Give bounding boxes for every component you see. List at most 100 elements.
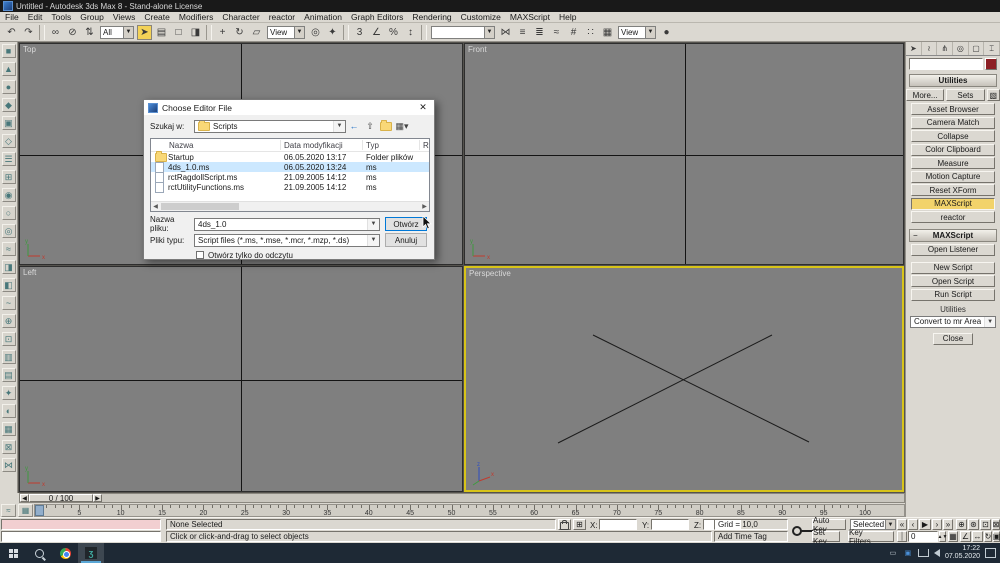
- tray-blue-app-icon[interactable]: ▣: [903, 549, 913, 558]
- menu-item-views[interactable]: Views: [113, 12, 136, 22]
- tab-create[interactable]: ➤: [906, 42, 922, 55]
- chevron-down-icon[interactable]: ▼: [367, 219, 379, 230]
- viewport-left[interactable]: Left x y: [19, 266, 463, 492]
- utility-asset-browser-button[interactable]: Asset Browser: [911, 103, 995, 115]
- reference-coordinate-dropdown[interactable]: View▼: [267, 26, 305, 39]
- menu-item-graph-editors[interactable]: Graph Editors: [351, 12, 403, 22]
- redo-icon[interactable]: ↷: [21, 25, 36, 40]
- reactor-cloth-collection-icon[interactable]: ▲: [2, 62, 16, 76]
- close-icon[interactable]: ✕: [412, 100, 434, 115]
- utility-measure-button[interactable]: Measure: [911, 157, 995, 169]
- menu-item-tools[interactable]: Tools: [51, 12, 71, 22]
- chevron-down-icon[interactable]: ▼: [333, 121, 345, 132]
- select-object-icon[interactable]: ➤: [137, 25, 152, 40]
- new-folder-icon[interactable]: [378, 120, 394, 133]
- snap-toggle-icon[interactable]: 3: [352, 25, 367, 40]
- taskbar-search-button[interactable]: [26, 543, 52, 563]
- collapse-icon[interactable]: −: [913, 231, 918, 240]
- configure-button-sets-icon[interactable]: ▧: [987, 89, 1000, 101]
- rect-selection-region-icon[interactable]: □: [171, 25, 186, 40]
- close-utility-button[interactable]: Close: [933, 333, 973, 345]
- arc-rotate-icon[interactable]: ↻: [984, 531, 992, 542]
- select-and-link-icon[interactable]: ∞: [48, 25, 63, 40]
- reactor-wind-icon[interactable]: ≈: [2, 242, 16, 256]
- utilities-rollout-header[interactable]: Utilities: [909, 74, 997, 87]
- maxscript-open-listener-button[interactable]: Open Listener: [911, 244, 995, 256]
- zoom-extents-icon[interactable]: ⊡: [980, 519, 991, 530]
- reactor-create-animation-icon[interactable]: ▦: [2, 422, 16, 436]
- start-button[interactable]: [0, 543, 26, 563]
- file-row-startup[interactable]: Startup06.05.2020 13:17Folder plików: [151, 152, 429, 162]
- reactor-toy-car-icon[interactable]: ◨: [2, 260, 16, 274]
- menu-item-group[interactable]: Group: [80, 12, 104, 22]
- go-to-start-icon[interactable]: «: [897, 519, 907, 530]
- utility-motion-capture-button[interactable]: Motion Capture: [911, 171, 995, 183]
- file-type-dropdown[interactable]: Script files (*.ms, *.mse, *.mcr, *.mzp,…: [194, 234, 380, 247]
- zoom-icon[interactable]: ⊕: [956, 519, 967, 530]
- reactor-rope-collection-icon[interactable]: ◆: [2, 98, 16, 112]
- go-to-end-icon[interactable]: »: [943, 519, 953, 530]
- time-slider-thumb[interactable]: 0 / 100: [29, 494, 93, 502]
- curve-editor-icon[interactable]: ≈: [549, 25, 564, 40]
- utility-camera-match-button[interactable]: Camera Match: [911, 117, 995, 129]
- maxscript-new-script-button[interactable]: New Script: [911, 262, 995, 274]
- reactor-soft-body-collection-icon[interactable]: ●: [2, 80, 16, 94]
- render-type-dropdown[interactable]: View▼: [618, 26, 656, 39]
- y-coordinate-field[interactable]: [651, 519, 689, 530]
- menu-item-modifiers[interactable]: Modifiers: [179, 12, 213, 22]
- selection-lock-icon[interactable]: [558, 519, 571, 530]
- prev-frame-icon[interactable]: ◀: [20, 494, 29, 502]
- render-scene-icon[interactable]: ▦: [600, 25, 615, 40]
- maxscript-rollout-header[interactable]: − MAXScript: [909, 229, 997, 242]
- utility-reactor-button[interactable]: reactor: [911, 211, 995, 223]
- undo-icon[interactable]: ↶: [4, 25, 19, 40]
- mini-curve-editor-button[interactable]: ≈: [1, 504, 16, 517]
- utility-collapse-button[interactable]: Collapse: [911, 130, 995, 142]
- maxscript-utility-dropdown[interactable]: Convert to mr Area Li ▼: [910, 316, 996, 328]
- maxscript-mini-listener-macro[interactable]: [1, 519, 161, 530]
- tab-display[interactable]: ▢: [969, 42, 985, 55]
- play-icon[interactable]: ▶: [919, 519, 931, 530]
- track-selection-icon[interactable]: ▦: [18, 504, 33, 517]
- cancel-button[interactable]: Anuluj: [385, 233, 427, 247]
- pan-icon[interactable]: ↔: [972, 531, 983, 542]
- x-coordinate-field[interactable]: [599, 519, 637, 530]
- scrollbar-thumb[interactable]: [161, 203, 239, 210]
- min-max-toggle-icon[interactable]: ▣: [993, 531, 1000, 542]
- tray-app-icon[interactable]: ▭: [888, 549, 898, 558]
- chevron-down-icon[interactable]: ▼: [645, 27, 655, 38]
- viewport-perspective-label[interactable]: Perspective: [469, 269, 511, 278]
- taskbar-clock[interactable]: 17:22 07.05.2020: [945, 545, 980, 561]
- menu-item-maxscript[interactable]: MAXScript: [510, 12, 550, 22]
- file-name-input[interactable]: 4ds_1.0 ▼: [194, 218, 380, 231]
- tab-utilities[interactable]: ⌶: [984, 42, 1000, 55]
- previous-key-icon[interactable]: ‹: [908, 519, 918, 530]
- angle-snap-icon[interactable]: ∠: [369, 25, 384, 40]
- reactor-softbody-modifier-icon[interactable]: ☰: [2, 152, 16, 166]
- named-selection-dropdown[interactable]: ▼: [431, 26, 495, 39]
- zoom-all-icon[interactable]: ⊛: [968, 519, 979, 530]
- current-frame-marker[interactable]: [35, 505, 44, 516]
- chevron-down-icon[interactable]: ▼: [294, 27, 304, 38]
- viewport-perspective[interactable]: Perspective z x: [464, 266, 904, 492]
- material-editor-icon[interactable]: ∷: [583, 25, 598, 40]
- absolute-offset-toggle-icon[interactable]: ⊞: [573, 519, 586, 530]
- bind-to-space-warp-icon[interactable]: ⇅: [82, 25, 97, 40]
- file-row-rctragdollscript-ms[interactable]: rctRagdollScript.ms21.09.2005 14:12ms: [151, 172, 429, 182]
- utility-color-clipboard-button[interactable]: Color Clipboard: [911, 144, 995, 156]
- select-and-rotate-icon[interactable]: ↻: [232, 25, 247, 40]
- layer-manager-icon[interactable]: ≣: [532, 25, 547, 40]
- select-and-move-icon[interactable]: +: [215, 25, 230, 40]
- maxscript-open-script-button[interactable]: Open Script: [911, 275, 995, 287]
- unlink-selection-icon[interactable]: ⊘: [65, 25, 80, 40]
- look-in-dropdown[interactable]: Scripts ▼: [194, 120, 346, 133]
- field-of-view-icon[interactable]: ∠: [960, 531, 971, 542]
- time-slider-track[interactable]: [102, 494, 904, 502]
- reactor-point-point-icon[interactable]: ⊡: [2, 332, 16, 346]
- utility-sets-button[interactable]: Sets: [946, 89, 984, 101]
- up-folder-icon[interactable]: ⇧: [362, 120, 378, 133]
- reactor-hinge-icon[interactable]: ▥: [2, 350, 16, 364]
- next-key-icon[interactable]: ›: [932, 519, 942, 530]
- align-icon[interactable]: ≡: [515, 25, 530, 40]
- schematic-view-icon[interactable]: #: [566, 25, 581, 40]
